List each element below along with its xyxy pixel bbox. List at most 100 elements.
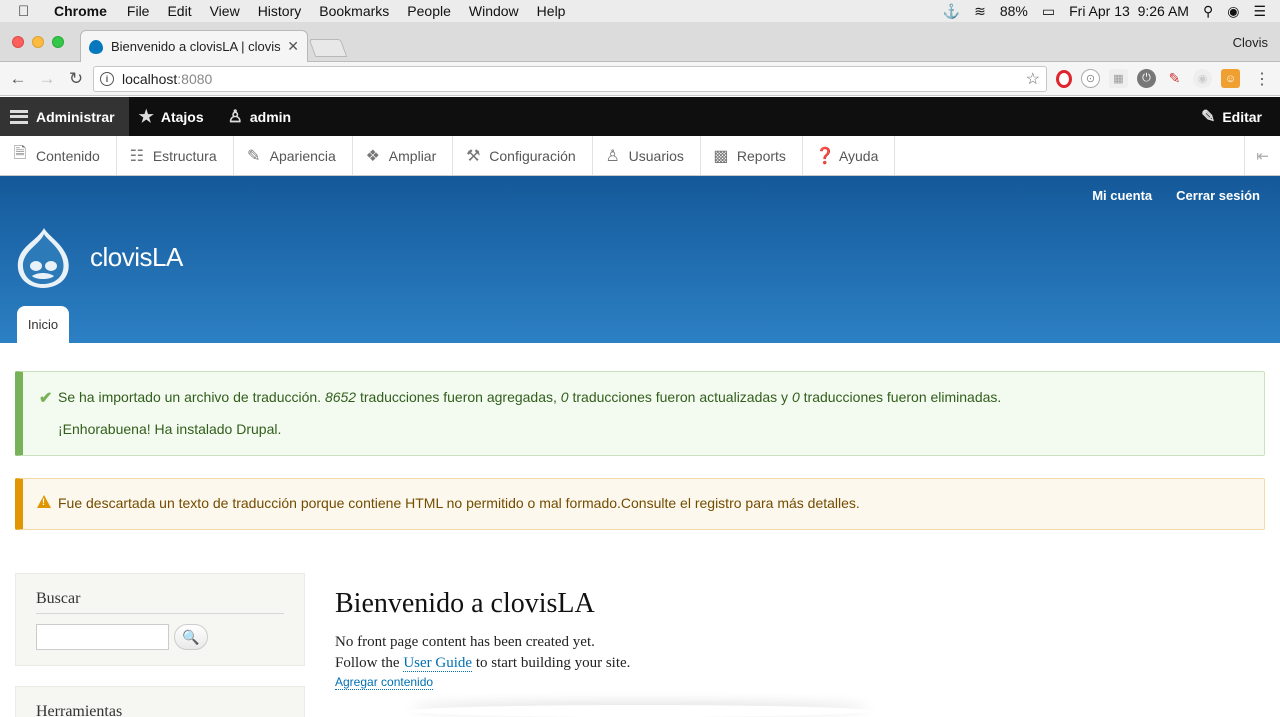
menu-window[interactable]: Window bbox=[469, 3, 519, 19]
tray-item-appearance[interactable]: ✎ Apariencia bbox=[234, 136, 353, 175]
status-message-line-2: ¡Enhorabuena! Ha instalado Drupal. bbox=[58, 421, 282, 437]
site-name[interactable]: clovisLA bbox=[90, 242, 183, 273]
profile-name[interactable]: Clovis bbox=[1233, 35, 1268, 50]
updated-count: 0 bbox=[560, 389, 569, 405]
site-info-icon[interactable]: i bbox=[100, 72, 114, 86]
toolbar-edit-label: Editar bbox=[1222, 108, 1262, 125]
status-text: traducciones fueron actualizadas y bbox=[568, 389, 792, 405]
user-guide-link[interactable]: User Guide bbox=[403, 655, 473, 672]
chrome-menu-icon[interactable]: ⋮ bbox=[1254, 69, 1270, 89]
forward-arrow-icon[interactable]: → bbox=[36, 69, 58, 89]
apple-icon[interactable]:  bbox=[18, 3, 38, 20]
tray-item-content[interactable]: 🗎 Contenido bbox=[0, 136, 117, 175]
status-text: traducciones fueron eliminadas. bbox=[799, 389, 1002, 405]
menu-bookmarks[interactable]: Bookmarks bbox=[319, 3, 389, 19]
extension-icons: ⊙ ▦ ⏻ ✎ ◉ ☺ bbox=[1056, 69, 1240, 88]
close-tab-icon[interactable]: ✕ bbox=[287, 38, 299, 55]
battery-icon[interactable]: ▭ bbox=[1042, 3, 1055, 20]
tray-item-label: Apariencia bbox=[269, 147, 336, 164]
drupal-logo-icon[interactable] bbox=[14, 226, 72, 290]
extension-icon[interactable]: ✎ bbox=[1165, 69, 1184, 88]
toolbar-user[interactable]: ♙ admin bbox=[218, 97, 305, 136]
warning-message-text: Fue descartada un texto de traducción po… bbox=[58, 495, 860, 511]
tray-item-reports[interactable]: ▩ Reports bbox=[701, 136, 803, 175]
minimize-window-button[interactable] bbox=[32, 36, 44, 48]
toolbar-user-label: admin bbox=[249, 108, 292, 125]
extension-icon[interactable]: ▦ bbox=[1109, 69, 1128, 88]
status-message: ✔ Se ha importado un archivo de traducci… bbox=[15, 371, 1265, 456]
tray-item-extend[interactable]: ❖ Ampliar bbox=[353, 136, 454, 175]
tray-item-label: Reports bbox=[736, 147, 786, 164]
browser-toolbar: ← → ↻ i localhost:8080 ☆ ⊙ ▦ ⏻ ✎ ◉ ☺ ⋮ bbox=[0, 62, 1280, 96]
search-button[interactable]: 🔍 bbox=[174, 624, 208, 650]
toolbar-edit[interactable]: ✎ Editar bbox=[1191, 97, 1280, 136]
extension-icon[interactable]: ⊙ bbox=[1081, 69, 1100, 88]
power-extension-icon[interactable]: ⏻ bbox=[1137, 69, 1156, 88]
puzzle-icon: ❖ bbox=[365, 147, 380, 165]
back-arrow-icon[interactable]: ← bbox=[7, 69, 29, 89]
tools-block-title: Herramientas bbox=[36, 687, 284, 717]
page-title: Bienvenido a clovisLA bbox=[335, 588, 595, 619]
help-icon: ❓ bbox=[814, 147, 835, 165]
extension-icon[interactable]: ☺ bbox=[1221, 69, 1240, 88]
toolbar-manage[interactable]: Administrar bbox=[0, 97, 129, 136]
deleted-count: 0 bbox=[791, 389, 800, 405]
wrench-icon: ⚒ bbox=[466, 147, 481, 165]
search-block: Buscar 🔍 bbox=[15, 573, 305, 666]
address-bar[interactable]: i localhost:8080 ☆ bbox=[93, 66, 1047, 92]
tab-title: Bienvenido a clovisLA | clovisL bbox=[111, 39, 282, 54]
tools-block: Herramientas bbox=[15, 686, 305, 717]
clock[interactable]: Fri Apr 13 9:26 AM bbox=[1069, 3, 1189, 19]
status-text: Se ha importado un archivo de traducción… bbox=[58, 389, 325, 405]
pencil-icon: ✎ bbox=[1201, 106, 1216, 126]
tab-home[interactable]: Inicio bbox=[17, 306, 69, 343]
docker-icon[interactable]: ⚓ bbox=[943, 3, 960, 20]
structure-icon: ☷ bbox=[129, 147, 144, 165]
tray-item-label: Configuración bbox=[489, 147, 576, 164]
tray-item-configuration[interactable]: ⚒ Configuración bbox=[453, 136, 593, 175]
check-icon: ✔ bbox=[39, 390, 53, 407]
user-guide-paragraph: Follow the User Guide to start building … bbox=[335, 653, 1235, 674]
menu-edit[interactable]: Edit bbox=[167, 3, 191, 19]
tray-item-help[interactable]: ❓ Ayuda bbox=[803, 136, 896, 175]
toolbar-manage-label: Administrar bbox=[36, 108, 115, 125]
added-count: 8652 bbox=[324, 389, 357, 405]
bookmark-star-icon[interactable]: ☆ bbox=[1026, 69, 1040, 89]
tray-orientation-toggle-icon[interactable]: ⇤ bbox=[1244, 136, 1280, 175]
search-input[interactable] bbox=[36, 624, 169, 650]
siri-icon[interactable]: ◉ bbox=[1227, 3, 1239, 20]
opera-extension-icon[interactable] bbox=[1056, 69, 1072, 88]
menu-file[interactable]: File bbox=[127, 3, 150, 19]
menu-history[interactable]: History bbox=[258, 3, 302, 19]
paint-icon: ✎ bbox=[246, 147, 261, 165]
wifi-icon[interactable]: ≋ bbox=[974, 3, 986, 20]
battery-level[interactable]: 88% bbox=[1000, 3, 1028, 19]
zoom-window-button[interactable] bbox=[52, 36, 64, 48]
paragraph-text: to start building your site. bbox=[472, 655, 631, 671]
file-icon: 🗎 bbox=[13, 145, 27, 162]
close-window-button[interactable] bbox=[12, 36, 24, 48]
reload-icon[interactable]: ↻ bbox=[65, 69, 87, 89]
secondary-menu: Mi cuenta Cerrar sesión bbox=[1092, 188, 1260, 203]
menu-people[interactable]: People bbox=[407, 3, 451, 19]
menu-view[interactable]: View bbox=[210, 3, 240, 19]
menu-help[interactable]: Help bbox=[537, 3, 566, 19]
tray-item-structure[interactable]: ☷ Estructura bbox=[117, 136, 234, 175]
extension-icon[interactable]: ◉ bbox=[1193, 69, 1212, 88]
admin-menu-tray: 🗎 Contenido ☷ Estructura ✎ Apariencia ❖ … bbox=[0, 136, 1280, 176]
url-port: :8080 bbox=[177, 71, 213, 87]
spotlight-icon[interactable]: ⚲ bbox=[1203, 3, 1213, 20]
add-content-link[interactable]: Agregar contenido bbox=[335, 675, 434, 690]
browser-tab[interactable]: Bienvenido a clovisLA | clovisL ✕ bbox=[80, 30, 308, 62]
tray-item-label: Ayuda bbox=[838, 147, 879, 164]
notification-center-icon[interactable]: ☰ bbox=[1253, 3, 1266, 20]
my-account-link[interactable]: Mi cuenta bbox=[1092, 188, 1152, 203]
menu-app-chrome[interactable]: Chrome bbox=[54, 3, 107, 19]
tray-item-users[interactable]: ♙ Usuarios bbox=[593, 136, 701, 175]
tray-item-label: Ampliar bbox=[388, 147, 437, 164]
hamburger-icon bbox=[10, 109, 28, 124]
logout-link[interactable]: Cerrar sesión bbox=[1176, 188, 1260, 203]
toolbar-shortcuts[interactable]: ★ Atajos bbox=[129, 97, 218, 136]
star-icon: ★ bbox=[138, 106, 154, 126]
new-tab-button[interactable] bbox=[308, 39, 348, 57]
